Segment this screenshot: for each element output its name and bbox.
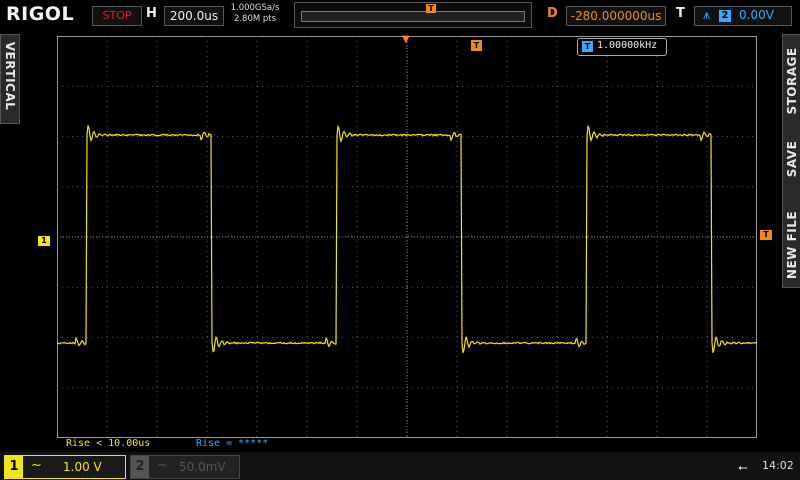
system-clock: 14:02 bbox=[762, 459, 794, 472]
ac-coupling-icon: ~ bbox=[157, 458, 168, 473]
ch1-scale: 1.00 V bbox=[63, 460, 102, 474]
frequency-counter: T 1.00000kHz bbox=[577, 38, 667, 56]
measurement-rise-ch2: Rise = ***** bbox=[196, 438, 268, 449]
ch2-number: 2 bbox=[131, 456, 149, 478]
tab-storage-label: STORAGE bbox=[785, 47, 799, 114]
memory-position-bar[interactable]: T bbox=[294, 2, 532, 28]
horizontal-delay-value[interactable]: -280.000000us bbox=[566, 6, 666, 26]
run-stop-status[interactable]: STOP bbox=[92, 6, 142, 26]
trigger-level-marker[interactable]: T bbox=[760, 230, 772, 240]
trigger-position-arrow-icon: ▼ bbox=[402, 34, 410, 45]
storage-menu-tabs[interactable]: STORAGE SAVE NEW FILE bbox=[782, 34, 800, 288]
timebase-value[interactable]: 200.0us bbox=[164, 6, 224, 26]
trigger-level-value: 0.00V bbox=[739, 8, 774, 22]
measurement-rise-ch1: Rise < 10.00us bbox=[66, 438, 150, 449]
graticule bbox=[57, 36, 757, 438]
horizontal-label: H bbox=[146, 6, 157, 21]
delay-label: D bbox=[547, 6, 558, 21]
ac-coupling-icon: ~ bbox=[31, 458, 42, 473]
tab-save-label: SAVE bbox=[785, 141, 799, 178]
ch1-settings[interactable]: 1 ~ 1.00 V bbox=[4, 455, 126, 479]
ch2-scale: 50.0mV bbox=[179, 460, 226, 474]
vertical-tab-label: VERTICAL bbox=[3, 34, 17, 118]
usb-icon: ⭠ bbox=[738, 460, 748, 475]
rising-edge-icon: ⩚ bbox=[703, 8, 710, 23]
tab-new-file-label: NEW FILE bbox=[785, 211, 799, 279]
ch2-settings[interactable]: 2 ~ 50.0mV bbox=[130, 455, 240, 479]
trigger-source-badge: 2 bbox=[719, 10, 731, 22]
acquisition-info: 1.000GSa/s 2.80M pts bbox=[226, 3, 284, 25]
waveform-display[interactable] bbox=[57, 36, 757, 438]
trigger-position-marker: T bbox=[426, 4, 436, 13]
trigger-label: T bbox=[676, 6, 685, 21]
frequency-value: 1.00000kHz bbox=[597, 40, 657, 51]
vertical-menu-tab[interactable]: VERTICAL bbox=[0, 34, 20, 124]
sample-rate: 1.000GSa/s bbox=[226, 3, 284, 14]
trigger-time-marker: T bbox=[471, 40, 482, 51]
channel-status-bar: 1 ~ 1.00 V 2 ~ 50.0mV ⭠ 14:02 bbox=[0, 452, 800, 480]
top-status-bar: RIGOL STOP H 200.0us 1.000GSa/s 2.80M pt… bbox=[0, 0, 800, 30]
ch1-number: 1 bbox=[5, 456, 23, 478]
memory-view-window bbox=[301, 11, 525, 22]
ch1-offset-marker[interactable]: 1 bbox=[38, 236, 50, 246]
frequency-icon: T bbox=[582, 41, 593, 52]
memory-depth: 2.80M pts bbox=[226, 14, 284, 25]
brand-logo: RIGOL bbox=[6, 3, 74, 25]
trigger-settings[interactable]: ⩚ 2 0.00V bbox=[694, 6, 792, 26]
